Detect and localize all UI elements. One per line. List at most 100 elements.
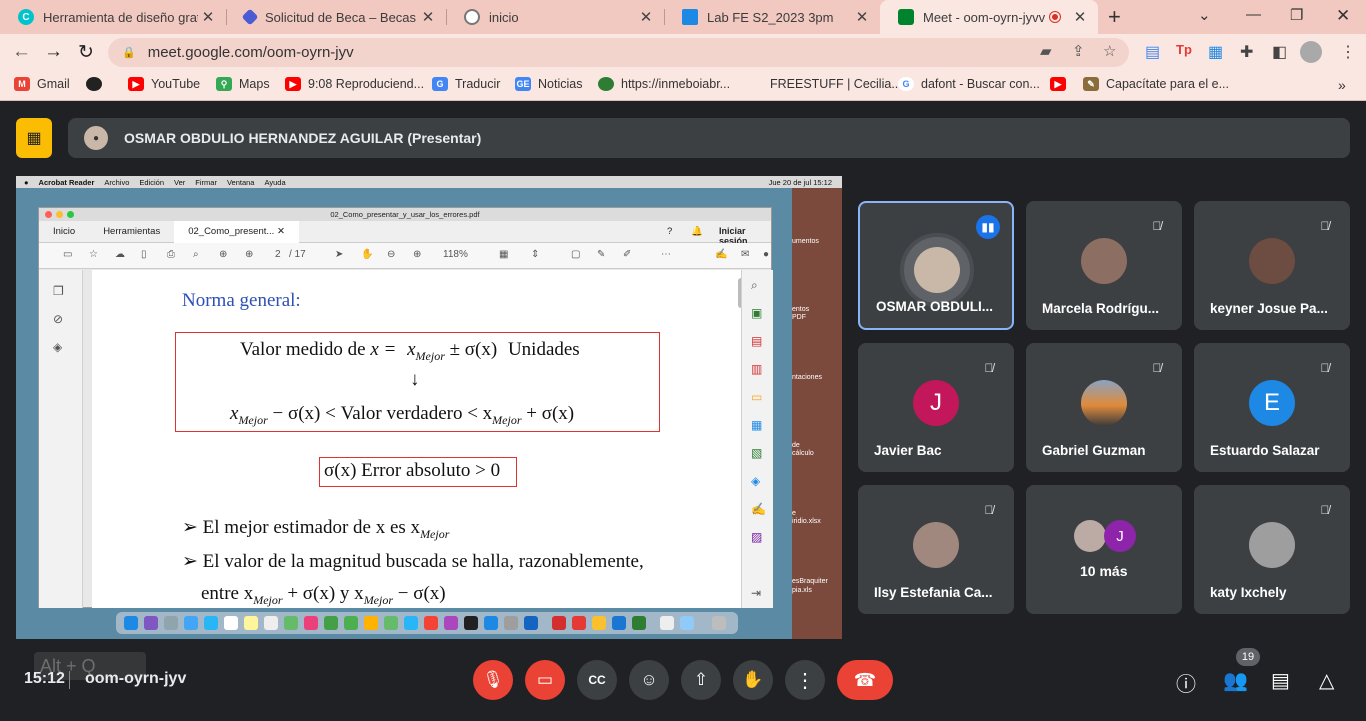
close-icon[interactable]: ✕ [1070, 8, 1090, 26]
browser-tab[interactable]: C Herramienta de diseño gratu ✕ [0, 0, 226, 34]
menu-icon[interactable]: ⋮ [1340, 42, 1356, 62]
present-button[interactable]: ⇧ [681, 660, 721, 700]
comment-icon[interactable]: ▢ [571, 249, 580, 260]
print-icon[interactable]: ⎙ [167, 249, 175, 260]
participant-tile[interactable]: 🎙̸ Gabriel Guzman [1026, 343, 1182, 472]
bookmark-capacitate[interactable]: ✎ Capacítate para el e... [1083, 77, 1229, 91]
presentation-icon[interactable]: ▦ [16, 118, 52, 158]
layers-icon[interactable]: ◈ [53, 340, 62, 354]
camera-icon[interactable]: ▰ [1040, 42, 1052, 60]
pages-icon[interactable] [364, 616, 378, 630]
new-tab-button[interactable]: + [1108, 4, 1121, 30]
bookmark-dafont[interactable]: Gdafont - Buscar con... [898, 77, 1040, 91]
side-panel-icon[interactable]: ◧ [1272, 42, 1287, 62]
browser-tab[interactable]: Lab FE S2_2023 3pm ✕ [664, 0, 880, 34]
tab-search-icon[interactable]: ⌄ [1198, 6, 1211, 24]
participant-tile[interactable]: 🎙̸ katy Ixchely [1194, 485, 1350, 614]
more-options-button[interactable]: ⋮ [785, 660, 825, 700]
restore-icon[interactable]: ❐ [1290, 6, 1303, 24]
tab-inicio[interactable]: Inicio [39, 221, 89, 243]
chat-button[interactable]: ▤ [1271, 668, 1290, 693]
bookmark-youtube-2[interactable]: ▶ [1050, 77, 1073, 91]
bookmark-traducir[interactable]: G Traducir [432, 77, 500, 91]
minimize-dot-icon[interactable] [56, 211, 63, 218]
participant-tile[interactable]: ▮▮ OSMAR OBDULI... [858, 201, 1014, 330]
document-icon[interactable] [660, 616, 674, 630]
back-icon[interactable]: ← [12, 41, 31, 63]
browser-tab-active[interactable]: Meet - oom-oyrn-jyvv ✕ [880, 0, 1098, 34]
edit-pdf-icon[interactable]: ▤ [751, 334, 762, 348]
acrobat-icon[interactable] [552, 616, 566, 630]
facetime-icon[interactable] [324, 616, 338, 630]
participant-tile[interactable]: 🎙̸ Marcela Rodrígu... [1026, 201, 1182, 330]
search-icon[interactable]: ⌕ [193, 249, 199, 260]
zoom-out-icon[interactable]: ⊖ [387, 249, 395, 260]
reactions-button[interactable]: ☺ [629, 660, 669, 700]
page-down-icon[interactable]: ⊕ [245, 249, 253, 260]
close-icon[interactable]: ✕ [852, 8, 872, 26]
close-icon[interactable]: ✕ [636, 8, 656, 26]
launchpad-icon[interactable] [164, 616, 178, 630]
bookmark-gmail[interactable]: M Gmail [14, 77, 70, 91]
help-icon[interactable]: ? [667, 226, 672, 237]
siri-icon[interactable] [144, 616, 158, 630]
organize-icon[interactable]: ▧ [751, 446, 762, 460]
scan-icon[interactable]: ◈ [751, 474, 760, 488]
participant-tile[interactable]: 🎙̸ Ilsy Estefania Ca... [858, 485, 1014, 614]
page-number-input[interactable]: 2 [275, 249, 281, 260]
tab-document[interactable]: 02_Como_present... ✕ [174, 220, 299, 243]
share-icon[interactable]: ⇪ [1072, 42, 1085, 60]
mail-icon[interactable] [204, 616, 218, 630]
address-bar[interactable]: 🔒 meet.google.com/oom-oyrn-jyv [108, 38, 1129, 67]
info-button[interactable]: ⓘ [1176, 668, 1196, 697]
tab-herramientas[interactable]: Herramientas [89, 221, 174, 243]
bookmark-maps[interactable]: ⚲ Maps [216, 77, 270, 91]
reload-icon[interactable]: ↻ [78, 41, 94, 64]
zoom-in-icon[interactable]: ⊕ [413, 249, 421, 260]
forward-icon[interactable]: → [44, 41, 63, 63]
search-icon[interactable]: ⌕ [751, 278, 758, 293]
reminders-icon[interactable] [264, 616, 278, 630]
bookmark-noticias[interactable]: GE Noticias [515, 77, 582, 91]
close-window-icon[interactable]: ✕ [1336, 6, 1350, 26]
close-icon[interactable]: ✕ [198, 8, 218, 26]
bookmark-freestuff[interactable]: FREESTUFF | Cecilia... [770, 77, 902, 91]
sign-icon[interactable]: ✍ [751, 502, 766, 516]
save-icon[interactable]: ▭ [63, 249, 72, 260]
extensions-icon[interactable]: ✚ [1240, 42, 1253, 62]
minimize-icon[interactable]: — [1246, 6, 1261, 23]
bell-icon[interactable]: 🔔 [691, 226, 703, 237]
collapse-icon[interactable]: ⇥ [751, 586, 761, 600]
numbers-icon[interactable] [384, 616, 398, 630]
bookmark-youtube[interactable]: ▶ YouTube [128, 77, 200, 91]
browser-tab[interactable]: Solicitud de Beca – Becas US ✕ [226, 0, 446, 34]
tp-extension-icon[interactable]: Tp [1176, 42, 1192, 57]
trash-icon[interactable] [712, 616, 726, 630]
photos-icon[interactable] [304, 616, 318, 630]
mic-toggle-button[interactable]: 🎙 [473, 660, 513, 700]
zoom-dot-icon[interactable] [67, 211, 74, 218]
hand-icon[interactable]: ✋ [361, 249, 373, 260]
notes-icon[interactable] [244, 616, 258, 630]
teams-extension-icon[interactable]: ▦ [1208, 42, 1223, 62]
comment-icon[interactable]: ▭ [751, 390, 762, 404]
appstore-icon[interactable] [484, 616, 498, 630]
bookmark-music[interactable] [86, 77, 109, 91]
music-icon[interactable] [424, 616, 438, 630]
profile-avatar[interactable] [1300, 41, 1322, 63]
bookmark-star-icon[interactable]: ☆ [1103, 42, 1116, 60]
acrobat-window[interactable]: 02_Como_presentar_y_usar_los_errores.pdf… [38, 207, 773, 608]
settings-icon[interactable] [504, 616, 518, 630]
folder-icon[interactable] [680, 616, 694, 630]
close-dot-icon[interactable] [45, 211, 52, 218]
keynote-icon[interactable] [404, 616, 418, 630]
docs-extension-icon[interactable]: ▤ [1145, 42, 1160, 62]
bookmark-inmeboiabr[interactable]: https://inmeboiabr... [598, 77, 730, 91]
more-bookmarks-icon[interactable]: » [1338, 77, 1346, 93]
excel-icon[interactable] [632, 616, 646, 630]
raise-hand-button[interactable]: ✋ [733, 660, 773, 700]
messages-icon[interactable] [344, 616, 358, 630]
participant-tile[interactable]: E 🎙̸ Estuardo Salazar [1194, 343, 1350, 472]
zoom-select[interactable]: 118% [443, 249, 468, 260]
pages-icon[interactable]: ❐ [53, 284, 64, 298]
